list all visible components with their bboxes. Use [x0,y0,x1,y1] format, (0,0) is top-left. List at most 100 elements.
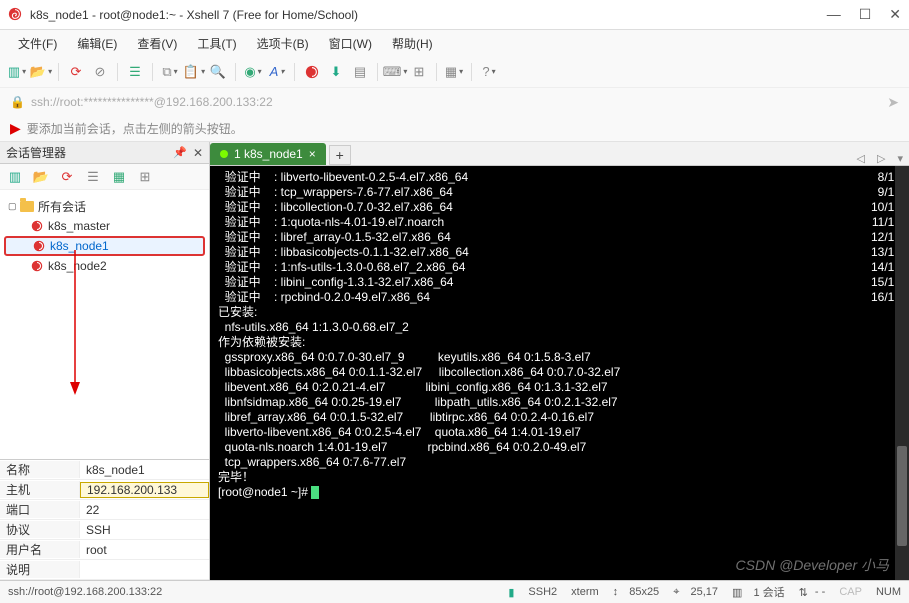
terminal-line: tcp_wrappers.x86_64 0:7.6-77.el7 [218,455,901,470]
tree-item-label: k8s_node2 [48,259,107,273]
sort-button[interactable]: ⊞ [136,168,154,186]
tab-close-icon[interactable]: × [309,147,316,161]
xftp-button[interactable]: ⬇ [327,63,345,81]
menu-edit[interactable]: 编辑(E) [69,33,125,54]
close-panel-button[interactable]: ✕ [193,146,203,160]
cursor [311,486,319,499]
pos-icon: ⌖ [673,586,679,599]
font-button[interactable]: A [268,63,286,81]
status-dot-icon [220,150,228,158]
menu-help[interactable]: 帮助(H) [384,33,441,54]
maximize-button[interactable]: ☐ [859,6,872,23]
terminal-scrollbar[interactable] [895,166,909,580]
status-connection: ssh://root@192.168.200.133:22 [8,586,162,598]
menu-file[interactable]: 文件(F) [10,33,65,54]
copy-button[interactable]: ⧉ [161,63,179,81]
hint-bar: ▶ 要添加当前会话，点击左侧的箭头按钮。 [0,116,909,142]
session-properties: 名称k8s_node1 主机192.168.200.133 端口22 协议SSH… [0,459,209,580]
terminal-line: nfs-utils.x86_64 1:1.3.0-0.68.el7_2 [218,320,901,335]
grid-button[interactable]: ▦ [110,168,128,186]
app-icon [8,7,24,23]
new-folder-button[interactable]: ▥ [6,168,24,186]
terminal-line: 已安装: [218,305,901,320]
collapse-icon[interactable]: ▢ [8,201,20,212]
menu-view[interactable]: 查看(V) [129,33,185,54]
tunnel-button[interactable]: ⊞ [410,63,428,81]
session-tree: ▢ 所有会话 k8s_master k8s_node1 k8s_node2 [0,190,209,459]
flag-icon: ▶ [10,120,21,137]
terminal-line: 验证中 : libbasicobjects-0.1.1-32.el7.x86_6… [218,245,901,260]
disconnect-button[interactable]: ⊘ [91,63,109,81]
terminal-line: libverto-libevent.x86_64 0:0.2.5-4.el7 q… [218,425,901,440]
tree-item-node1[interactable]: k8s_node1 [4,236,205,256]
script-button[interactable]: ▤ [351,63,369,81]
menu-window[interactable]: 窗口(W) [321,33,380,54]
open-folder-button[interactable]: 📂 [32,168,50,186]
terminal-line: quota-nls.noarch 1:4.01-19.el7 rpcbind.x… [218,440,901,455]
lock-icon: 🔒 [10,95,25,109]
properties-button[interactable]: ☰ [126,63,144,81]
session-manager-header: 会话管理器 📌 ✕ [0,142,209,164]
close-button[interactable]: ✕ [889,6,901,23]
terminal-line: 验证中 : libverto-libevent-0.2.5-4.el7.x86_… [218,170,901,185]
addressbar: 🔒 ssh://root:***************@192.168.200… [0,88,909,116]
xagent-button[interactable] [303,63,321,81]
tab-nav-next[interactable]: ▷ [871,152,891,165]
terminal-line: 验证中 : libref_array-0.1.5-32.el7.x86_6412… [218,230,901,245]
tab-strip: 1 k8s_node1 × + ◁ ▷ ▾ [210,142,909,166]
session-icon [30,219,44,233]
hint-text: 要添加当前会话，点击左侧的箭头按钮。 [27,120,243,137]
terminal-prompt[interactable]: [root@node1 ~]# [218,485,901,500]
toolbar: ▥ 📂 ⟳ ⊘ ☰ ⧉ 📋 🔍 ◉ A ⬇ ▤ ⌨ ⊞ ▦ ? [0,56,909,88]
status-sessions: 1 会话 [753,584,784,600]
tab-active[interactable]: 1 k8s_node1 × [210,143,326,165]
status-pos: 25,17 [690,586,718,598]
tab-menu-button[interactable]: ▾ [891,152,909,165]
prop-row-name: 名称k8s_node1 [0,460,209,480]
status-ssh: SSH2 [528,586,557,598]
status-size: 85x25 [629,586,659,598]
terminal-line: 验证中 : 1:nfs-utils-1.3.0-0.68.el7_2.x86_6… [218,260,901,275]
reconnect-button[interactable]: ⟳ [67,63,85,81]
menu-tabs[interactable]: 选项卡(B) [249,33,317,54]
prop-row-proto: 协议SSH [0,520,209,540]
folder-icon [20,201,34,212]
terminal-line: gssproxy.x86_64 0:0.7.0-30.el7_9 keyutil… [218,350,901,365]
tree-item-master[interactable]: k8s_master [4,216,205,236]
help-button[interactable]: ? [480,63,498,81]
list-button[interactable]: ☰ [84,168,102,186]
terminal-line: 作为依赖被安装: [218,335,901,350]
address-input[interactable]: ssh://root:***************@192.168.200.1… [31,95,881,109]
terminal-line: libnfsidmap.x86_64 0:0.25-19.el7 libpath… [218,395,901,410]
color-button[interactable]: ◉ [244,63,262,81]
status-term: xterm [571,586,599,598]
refresh-button[interactable]: ⟳ [58,168,76,186]
terminal-line: libbasicobjects.x86_64 0:0.1.1-32.el7 li… [218,365,901,380]
menu-tools[interactable]: 工具(T) [189,33,244,54]
menubar: 文件(F) 编辑(E) 查看(V) 工具(T) 选项卡(B) 窗口(W) 帮助(… [0,30,909,56]
scrollbar-thumb[interactable] [897,446,907,546]
minimize-button[interactable]: — [827,6,841,23]
session-manager: 会话管理器 📌 ✕ ▥ 📂 ⟳ ☰ ▦ ⊞ ▢ 所有会话 k8s_master [0,142,210,580]
pin-icon[interactable]: 📌 [173,146,187,159]
lock-button[interactable]: ▦ [445,63,463,81]
status-cap: CAP [839,586,862,598]
terminal-line: 验证中 : 1:quota-nls-4.01-19.el7.noarch11/1… [218,215,901,230]
tree-root[interactable]: ▢ 所有会话 [4,196,205,216]
go-button[interactable]: ➤ [887,94,899,111]
terminal-line: libevent.x86_64 0:2.0.21-4.el7 libini_co… [218,380,901,395]
open-button[interactable]: 📂 [32,63,50,81]
keyboard-button[interactable]: ⌨ [386,63,404,81]
new-session-button[interactable]: ▥ [8,63,26,81]
tree-item-label: k8s_master [48,219,110,233]
tab-nav-prev[interactable]: ◁ [851,152,871,165]
tree-root-label: 所有会话 [38,198,86,215]
find-button[interactable]: 🔍 [209,63,227,81]
terminal[interactable]: 验证中 : libverto-libevent-0.2.5-4.el7.x86_… [210,166,909,580]
paste-button[interactable]: 📋 [185,63,203,81]
new-tab-button[interactable]: + [329,145,351,165]
status-num: NUM [876,586,901,598]
tree-item-node2[interactable]: k8s_node2 [4,256,205,276]
terminal-line: 验证中 : rpcbind-0.2.0-49.el7.x86_6416/16 [218,290,901,305]
prop-row-desc: 说明 [0,560,209,580]
